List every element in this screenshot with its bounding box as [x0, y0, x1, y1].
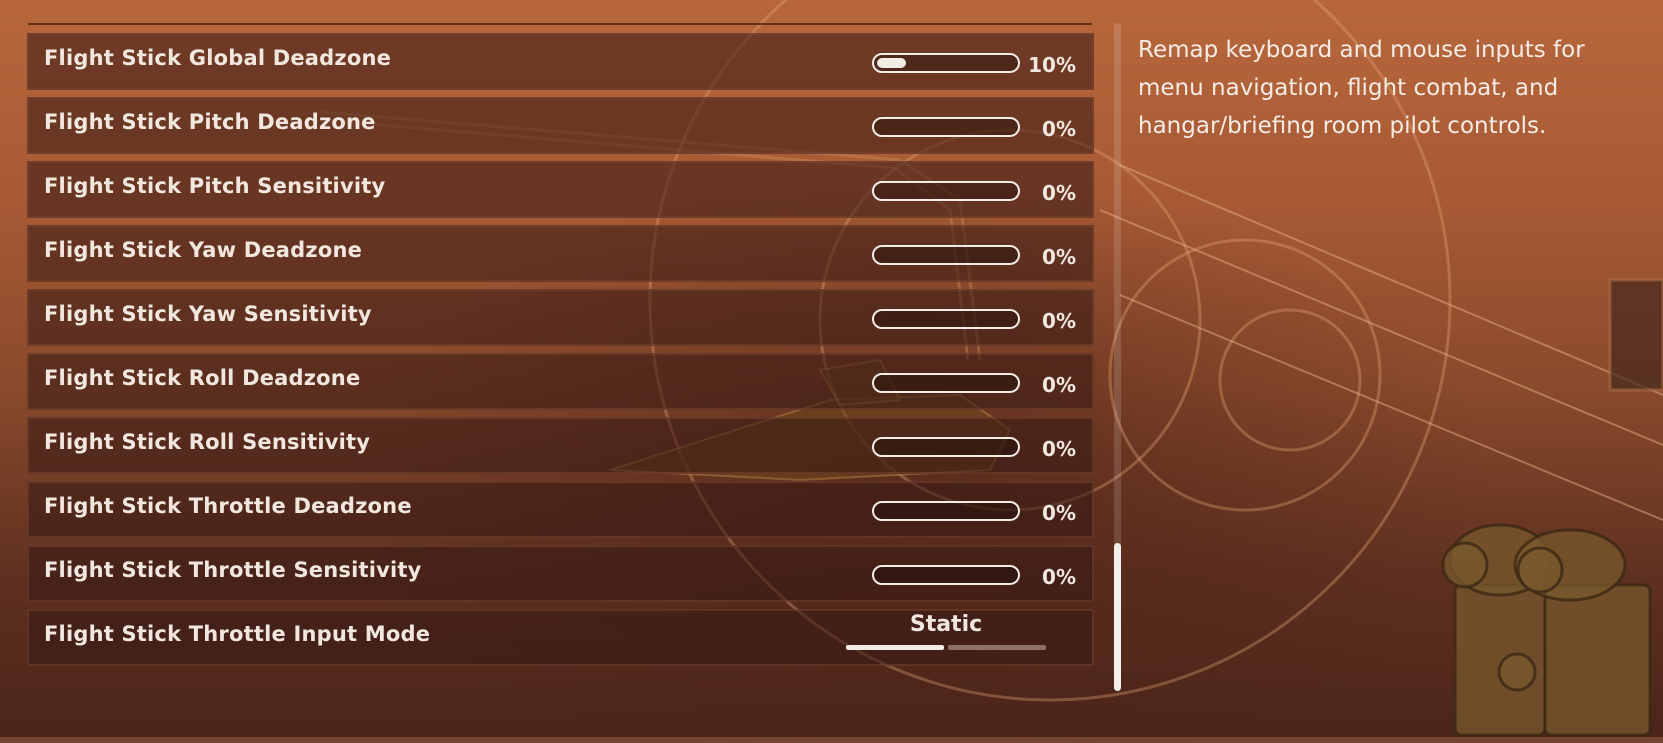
settings-list: Flight Stick Global Deadzone 10% Flight St… [27, 33, 1094, 669]
setting-label: Flight Stick Yaw Sensitivity [44, 302, 372, 326]
setting-value: 0% [1042, 117, 1076, 141]
setting-slider[interactable] [872, 501, 1020, 521]
scrollbar-track[interactable] [1114, 23, 1121, 691]
setting-row[interactable]: Flight Stick Global Deadzone 10% [27, 33, 1094, 90]
setting-value: 10% [1028, 53, 1076, 77]
mode-option-indicator[interactable] [948, 645, 1046, 650]
setting-slider[interactable] [872, 53, 1020, 73]
setting-row[interactable]: Flight Stick Throttle Deadzone 0% [27, 481, 1094, 538]
throttle-mode-row[interactable]: Flight Stick Throttle Input Mode Static [27, 609, 1094, 666]
setting-row[interactable]: Flight Stick Yaw Deadzone 0% [27, 225, 1094, 282]
setting-value: 0% [1042, 245, 1076, 269]
setting-slider[interactable] [872, 117, 1020, 137]
setting-slider[interactable] [872, 565, 1020, 585]
throttle-mode-selector[interactable]: Static [866, 612, 1026, 637]
setting-value: 0% [1042, 565, 1076, 589]
setting-value: 0% [1042, 181, 1076, 205]
setting-label: Flight Stick Global Deadzone [44, 46, 392, 70]
mode-option-indicator[interactable] [846, 645, 944, 650]
setting-row[interactable]: Flight Stick Pitch Sensitivity 0% [27, 161, 1094, 218]
setting-slider[interactable] [872, 373, 1020, 393]
settings-screen: { "settings": [ {"label": "Flight Stick … [0, 0, 1663, 743]
panel-top-border [28, 23, 1092, 25]
setting-value: 0% [1042, 501, 1076, 525]
setting-label: Flight Stick Throttle Deadzone [44, 494, 412, 518]
setting-row[interactable]: Flight Stick Roll Deadzone 0% [27, 353, 1094, 410]
setting-value: 0% [1042, 373, 1076, 397]
setting-label: Flight Stick Pitch Sensitivity [44, 174, 386, 198]
setting-label: Flight Stick Throttle Sensitivity [44, 558, 422, 582]
setting-description: Remap keyboard and mouse inputs for menu… [1138, 37, 1585, 139]
setting-row[interactable]: Flight Stick Pitch Deadzone 0% [27, 97, 1094, 154]
setting-value: 0% [1042, 309, 1076, 333]
setting-slider[interactable] [872, 437, 1020, 457]
bottom-border [0, 737, 1663, 743]
setting-slider[interactable] [872, 245, 1020, 265]
scrollbar-thumb[interactable] [1114, 543, 1121, 691]
setting-label: Flight Stick Yaw Deadzone [44, 238, 363, 262]
setting-slider[interactable] [872, 309, 1020, 329]
setting-label: Flight Stick Pitch Deadzone [44, 110, 376, 134]
setting-value: 0% [1042, 437, 1076, 461]
cargo-crates [1441, 523, 1652, 737]
setting-row[interactable]: Flight Stick Roll Sensitivity 0% [27, 417, 1094, 474]
setting-label: Flight Stick Throttle Input Mode [44, 622, 431, 646]
setting-label: Flight Stick Roll Sensitivity [44, 430, 371, 454]
setting-slider[interactable] [872, 181, 1020, 201]
setting-row[interactable]: Flight Stick Throttle Sensitivity 0% [27, 545, 1094, 602]
slider-fill [877, 58, 906, 68]
setting-label: Flight Stick Roll Deadzone [44, 366, 361, 390]
setting-row[interactable]: Flight Stick Yaw Sensitivity 0% [27, 289, 1094, 346]
